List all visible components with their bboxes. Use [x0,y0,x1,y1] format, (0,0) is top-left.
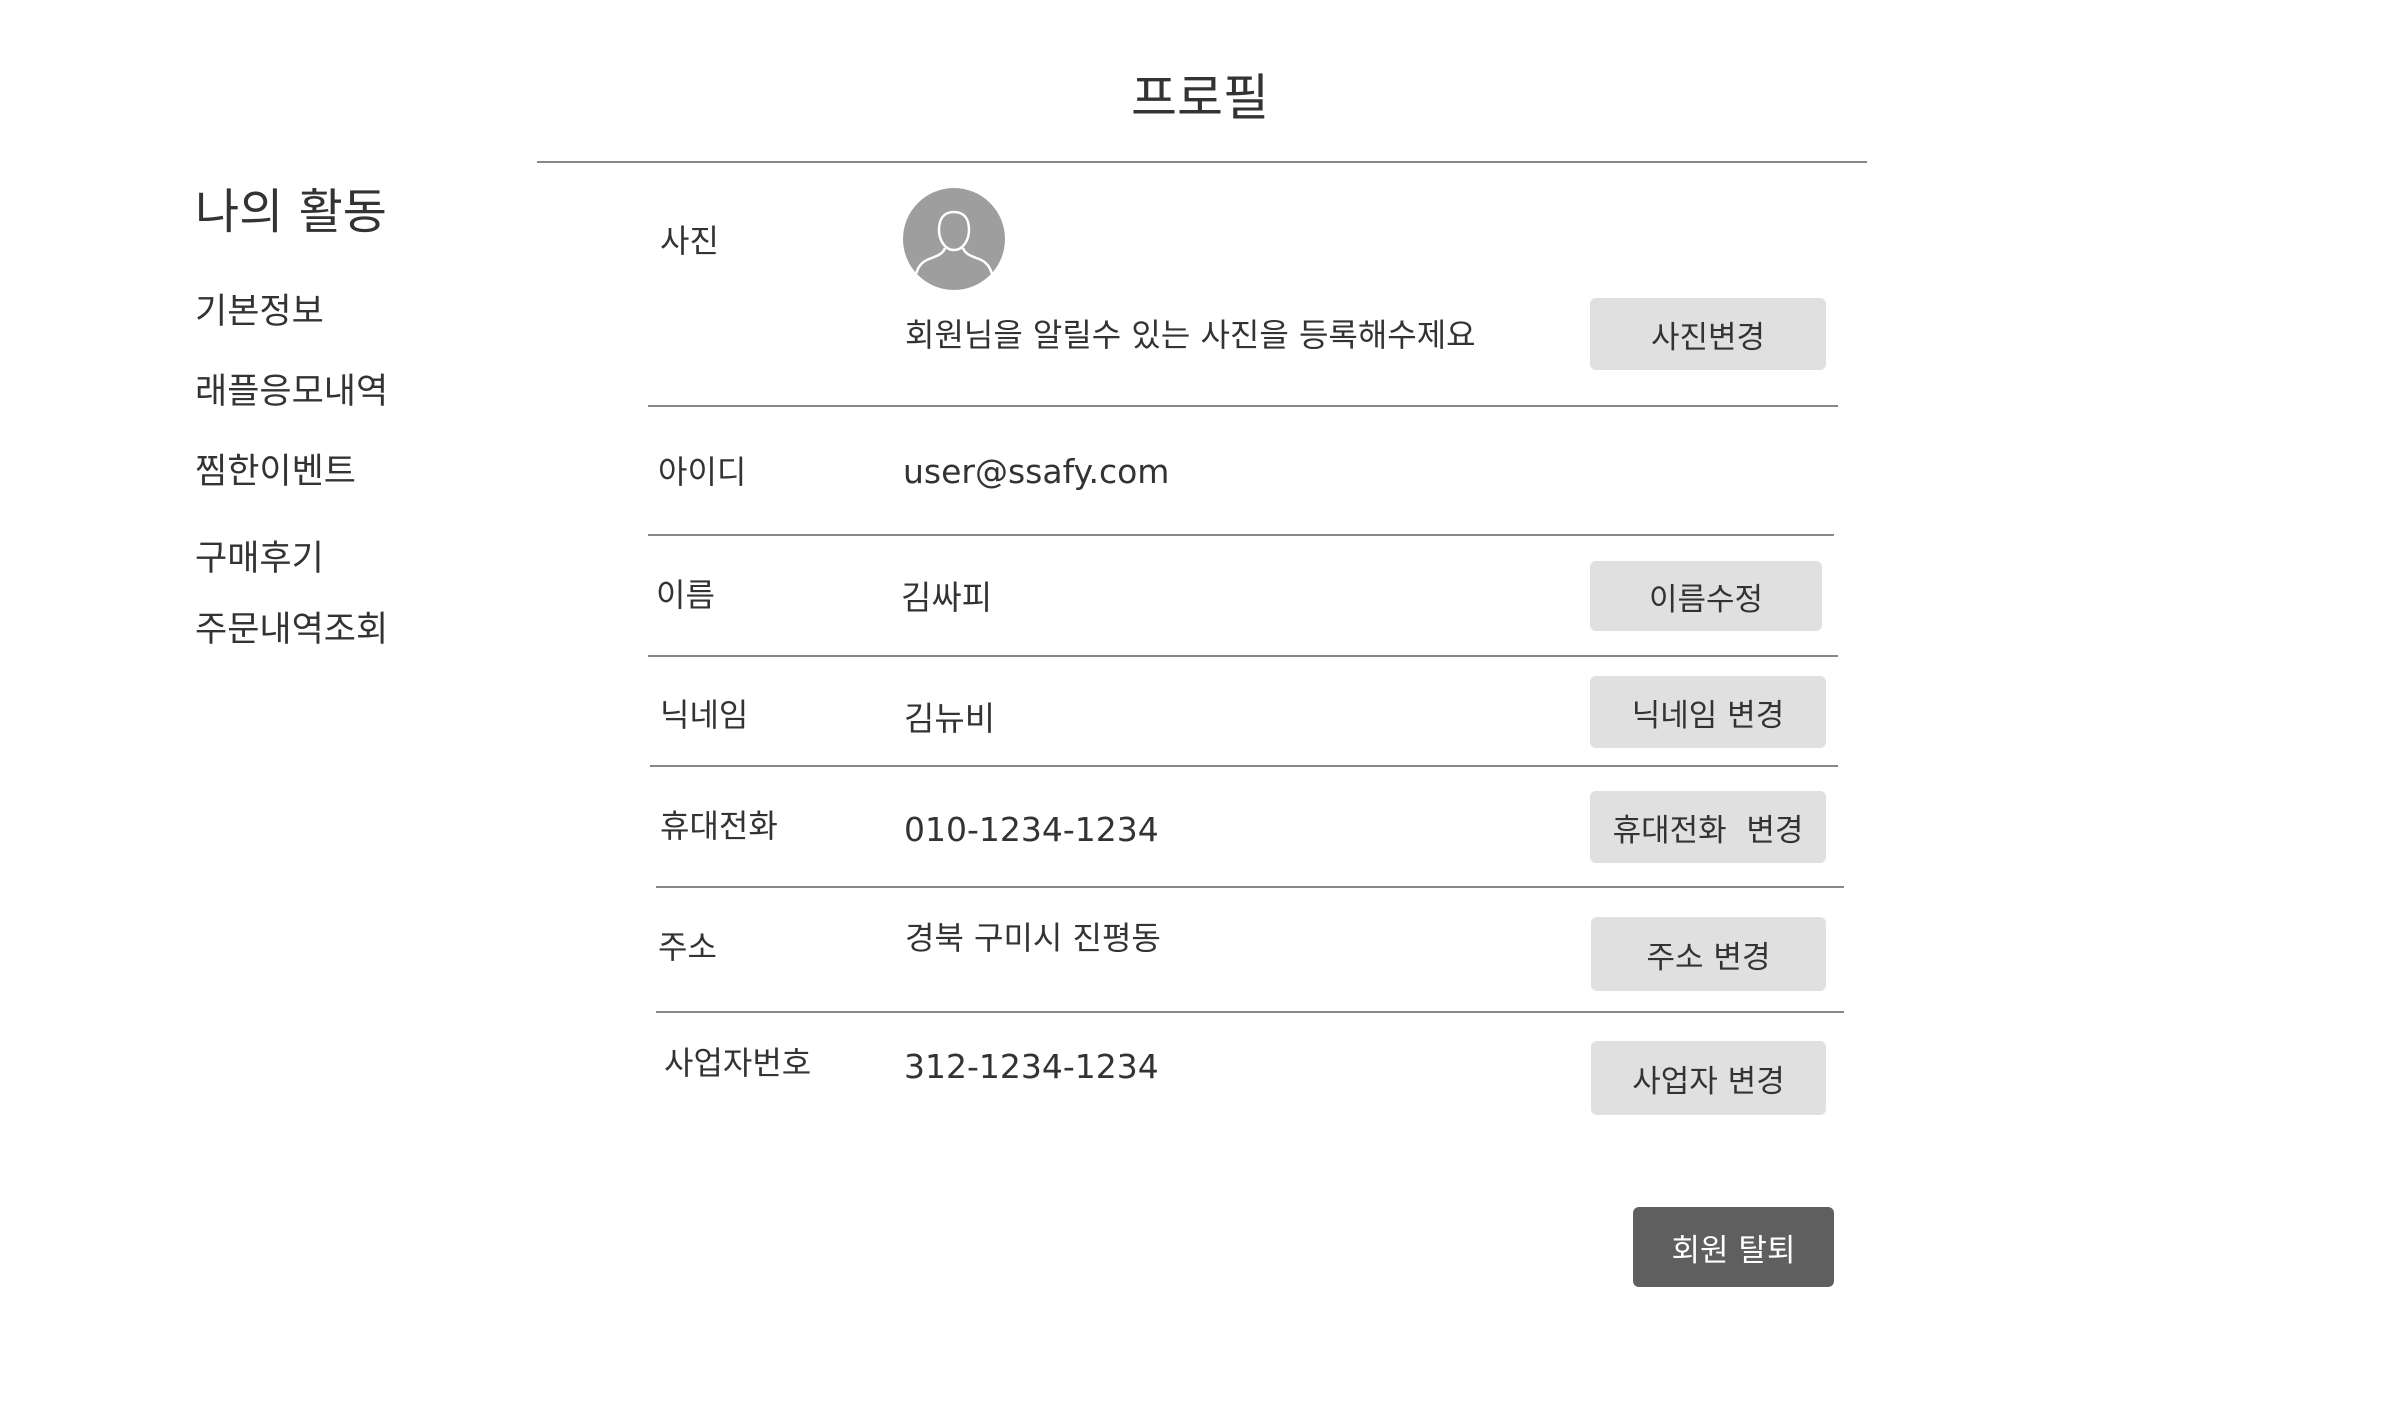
name-label: 이름 [656,576,715,614]
edit-name-button[interactable]: 이름수정 [1590,561,1822,631]
sidebar-item-reviews[interactable]: 구매후기 [195,537,324,581]
change-nickname-button[interactable]: 닉네임 변경 [1590,676,1826,748]
change-business-number-button[interactable]: 사업자 변경 [1591,1041,1826,1115]
sidebar-item-liked-events[interactable]: 찜한이벤트 [195,450,356,494]
title-divider [537,161,1867,163]
business-number-label: 사업자번호 [664,1044,812,1082]
change-address-button[interactable]: 주소 변경 [1591,917,1826,991]
address-label: 주소 [658,928,717,966]
sidebar-item-order-history[interactable]: 주문내역조회 [195,608,388,652]
business-number-value: 312-1234-1234 [904,1047,1159,1086]
row-divider [648,534,1834,536]
id-label: 아이디 [658,453,747,491]
photo-description: 회원님을 알릴수 있는 사진을 등록해수제요 [905,316,1476,354]
photo-label: 사진 [660,222,719,260]
row-divider [648,655,1838,657]
page-title: 프로필 [1131,69,1269,127]
id-value: user@ssafy.com [903,452,1170,491]
withdraw-button[interactable]: 회원 탈퇴 [1633,1207,1834,1287]
change-phone-button[interactable]: 휴대전화 변경 [1590,791,1826,863]
change-photo-button[interactable]: 사진변경 [1590,298,1826,370]
row-divider [648,405,1838,407]
name-value: 김싸피 [901,578,993,617]
phone-label: 휴대전화 [660,807,778,845]
row-divider [650,765,1838,767]
row-divider [656,1011,1844,1013]
sidebar-item-raffle-history[interactable]: 래플응모내역 [195,370,388,414]
nickname-label: 닉네임 [660,696,749,734]
sidebar-item-basic-info[interactable]: 기본정보 [195,290,324,334]
row-divider [656,886,1844,888]
phone-value: 010-1234-1234 [904,810,1159,849]
avatar [903,188,1005,290]
user-silhouette-icon [913,210,995,279]
nickname-value: 김뉴비 [904,699,996,738]
address-value: 경북 구미시 진평동 [905,919,1161,957]
sidebar-title: 나의 활동 [195,184,387,240]
